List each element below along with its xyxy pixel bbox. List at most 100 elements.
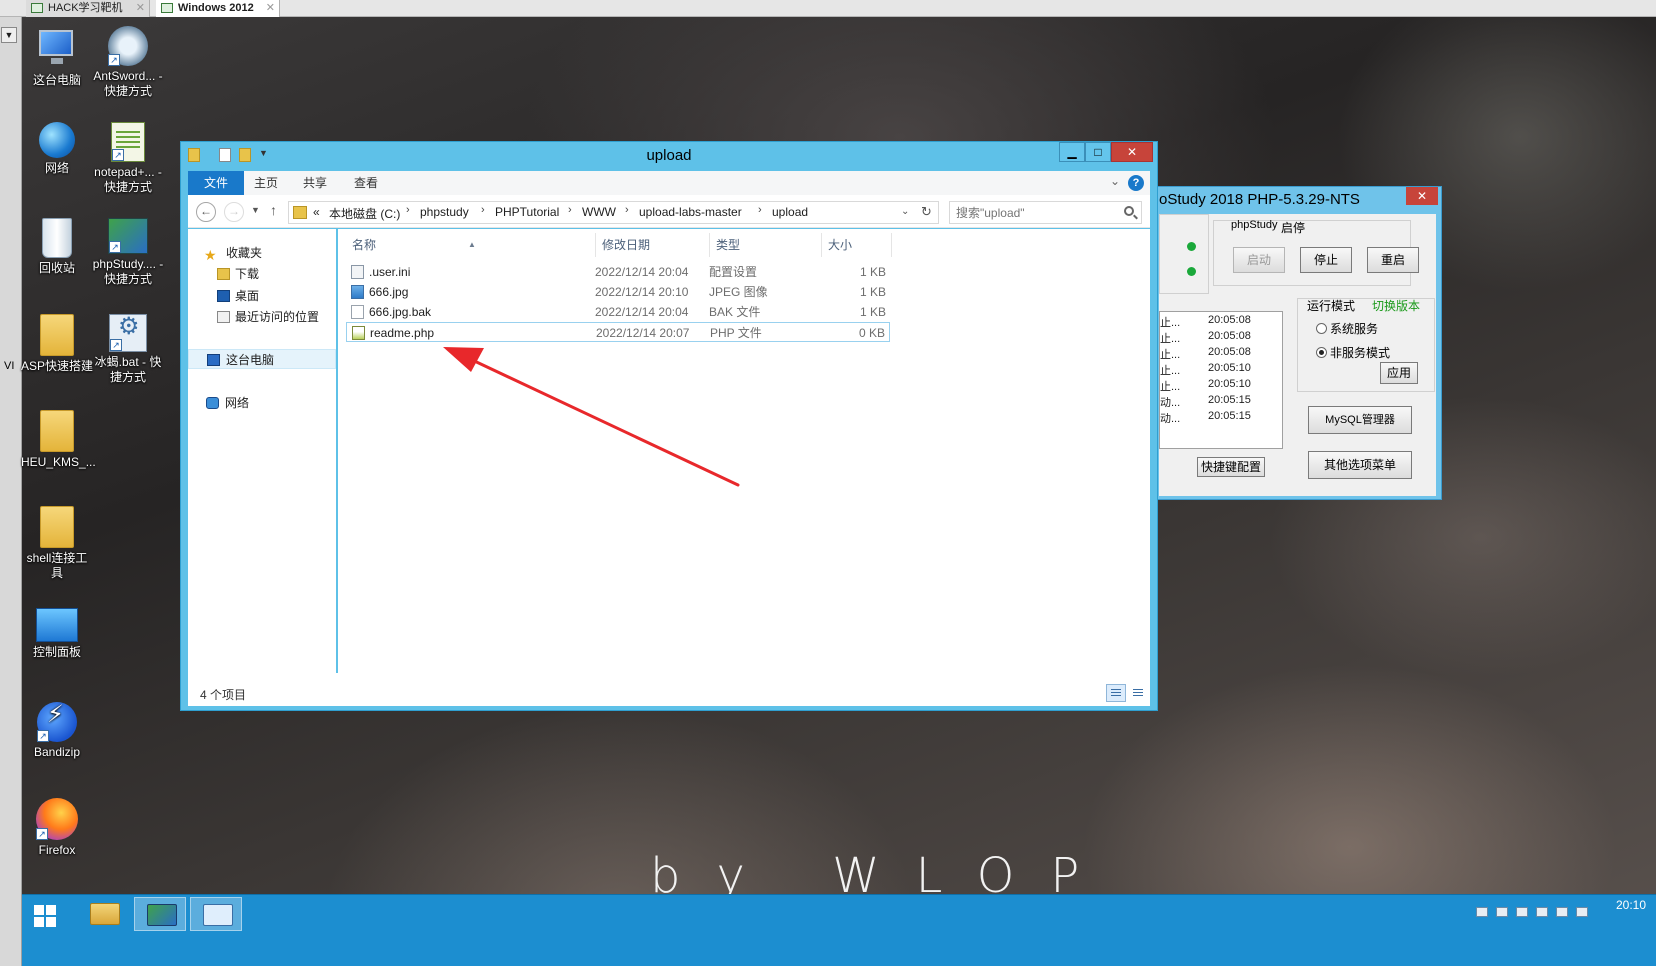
desktop-icon-shell-tools[interactable]: shell连接工具 <box>21 506 93 581</box>
file-list: 名称 ▲ 修改日期 类型 大小 .user.ini 2022/12/14 20:… <box>338 229 1150 673</box>
keyboard-icon[interactable] <box>1576 907 1588 917</box>
breadcrumb-phptutorial[interactable]: PHPTutorial <box>495 205 559 219</box>
desktop-icon-heu-kms[interactable]: HEU_KMS_... <box>21 410 96 470</box>
stop-button[interactable]: 停止 <box>1300 247 1352 273</box>
breadcrumb-overflow[interactable]: « <box>313 205 320 219</box>
breadcrumb-local-disk[interactable]: 本地磁盘 (C:) <box>329 205 400 222</box>
nav-downloads[interactable]: 下载 <box>188 264 336 284</box>
column-header-name[interactable]: 名称 ▲ <box>346 233 596 257</box>
refresh-icon[interactable]: ↻ <box>921 204 932 220</box>
start-button[interactable]: 启动 <box>1233 247 1285 273</box>
nav-recent-places[interactable]: 最近访问的位置 <box>188 307 336 327</box>
search-box[interactable] <box>949 201 1142 224</box>
column-header-size[interactable]: 大小 <box>822 233 892 257</box>
start-button[interactable] <box>22 897 74 931</box>
nav-network[interactable]: 网络 <box>188 393 336 413</box>
breadcrumb-separator-icon[interactable]: › <box>758 204 762 216</box>
bandizip-icon: ↗ <box>37 702 77 742</box>
search-input[interactable] <box>956 205 1116 221</box>
radio-button[interactable] <box>1316 323 1327 334</box>
breadcrumb-separator-icon[interactable]: › <box>481 204 485 216</box>
desktop-icon-label: 控制面板 <box>32 645 81 659</box>
file-row-user-ini[interactable]: .user.ini 2022/12/14 20:04 配置设置 1 KB <box>346 262 890 282</box>
other-options-button[interactable]: 其他选项菜单 <box>1308 451 1412 479</box>
breadcrumb-phpstudy[interactable]: phpstudy <box>420 205 469 219</box>
desktop-icon-bingxie-bat[interactable]: ↗ 冰蝎.bat - 快捷方式 <box>92 314 164 385</box>
phpstudy-log: 止... 20:05:08 止... 20:05:08 止... 20:05:08 止… <box>1159 311 1283 449</box>
desktop-icon-this-pc[interactable]: 这台电脑 <box>21 26 93 88</box>
details-view-icon[interactable] <box>1106 684 1126 702</box>
close-button[interactable]: ✕ <box>1111 142 1153 162</box>
close-icon[interactable]: ✕ <box>266 0 275 16</box>
desktop-icon-network[interactable]: 网络 <box>21 122 93 176</box>
explorer-title-bar[interactable]: ▼ upload ▁ □ ✕ <box>181 142 1157 169</box>
large-icons-view-icon[interactable] <box>1128 684 1148 702</box>
column-header-date[interactable]: 修改日期 <box>596 233 710 257</box>
nav-favorites[interactable]: ★ 收藏夹 <box>188 243 336 263</box>
taskbar-clock[interactable]: 20:10 <box>1616 898 1646 912</box>
this-pc-icon <box>207 354 220 366</box>
tray-chevron-icon[interactable] <box>1476 907 1488 917</box>
breadcrumb-separator-icon[interactable]: › <box>406 204 410 216</box>
file-row-666-jpg-bak[interactable]: 666.jpg.bak 2022/12/14 20:04 BAK 文件 1 KB <box>346 302 890 322</box>
volume-icon[interactable] <box>1556 907 1568 917</box>
chevron-down-icon[interactable]: ⌄ <box>901 206 909 217</box>
breadcrumb-upload-labs-master[interactable]: upload-labs-master <box>639 205 742 219</box>
taskbar-explorer-window[interactable] <box>190 897 242 931</box>
file-row-readme-php[interactable]: readme.php 2022/12/14 20:07 PHP 文件 0 KB <box>346 322 890 342</box>
desktop-icon-antsword[interactable]: ↗ AntSword... - 快捷方式 <box>92 26 164 99</box>
phpstudy-close-button[interactable]: ✕ <box>1406 187 1438 205</box>
radio-button[interactable] <box>1316 347 1327 358</box>
file-date: 2022/12/14 20:07 <box>596 326 690 340</box>
column-header-type[interactable]: 类型 <box>710 233 822 257</box>
desktop-icon-asp-folder[interactable]: ASP快速搭建 <box>21 314 93 374</box>
desktop-icon-control-panel[interactable]: 控制面板 <box>21 608 93 660</box>
chevron-down-icon[interactable]: ⌄ <box>1110 174 1120 188</box>
switch-version-link[interactable]: 切换版本 <box>1372 297 1420 314</box>
breadcrumb-separator-icon[interactable]: › <box>625 204 629 216</box>
desktop-icon-firefox[interactable]: ↗ Firefox <box>21 798 93 858</box>
forward-arrow-icon[interactable]: → <box>224 202 244 222</box>
breadcrumb-separator-icon[interactable]: › <box>568 204 572 216</box>
search-icon[interactable] <box>1124 206 1134 216</box>
desktop-icon-notepad-plus[interactable]: ↗ notepad+... - 快捷方式 <box>92 122 164 195</box>
recent-locations-chevron-icon[interactable]: ▼ <box>251 205 260 215</box>
vm-tab-windows-2012[interactable]: Windows 2012 ✕ <box>156 0 280 17</box>
tab-view[interactable]: 查看 <box>338 171 394 195</box>
vm-tab-hack[interactable]: HACK学习靶机 ✕ <box>26 0 150 17</box>
back-arrow-icon[interactable]: ← <box>196 202 216 222</box>
tab-home[interactable]: 主页 <box>238 171 294 195</box>
up-arrow-icon[interactable]: ↑ <box>270 202 277 218</box>
tab-file[interactable]: 文件 <box>188 171 245 195</box>
file-date: 2022/12/14 20:04 <box>595 305 689 319</box>
taskbar-file-explorer[interactable] <box>78 897 130 931</box>
minimize-button[interactable]: ▁ <box>1059 142 1085 162</box>
tab-share[interactable]: 共享 <box>287 171 343 195</box>
chevron-down-icon[interactable]: ▼ <box>1 27 17 43</box>
breadcrumb-upload[interactable]: upload <box>772 205 808 219</box>
tray-app-icon[interactable] <box>1496 907 1508 917</box>
restart-button[interactable]: 重启 <box>1367 247 1419 273</box>
desktop-icon-recycle-bin[interactable]: 回收站 <box>21 218 93 276</box>
desktop-icon-phpstudy[interactable]: ↗ phpStudy.... - 快捷方式 <box>92 218 164 287</box>
folder-icon <box>40 314 74 356</box>
apply-button[interactable]: 应用 <box>1380 362 1418 384</box>
close-icon[interactable]: ✕ <box>136 0 145 16</box>
taskbar-phpstudy[interactable] <box>134 897 186 931</box>
tray-app-icon[interactable] <box>1536 907 1548 917</box>
mode-non-service[interactable]: 非服务模式 <box>1316 344 1390 361</box>
mode-system-service[interactable]: 系统服务 <box>1316 320 1378 337</box>
shortcut-arrow-icon: ↗ <box>36 828 48 840</box>
maximize-button[interactable]: □ <box>1085 142 1111 162</box>
nav-desktop[interactable]: 桌面 <box>188 286 336 306</box>
nav-this-pc[interactable]: 这台电脑 <box>188 349 336 369</box>
address-bar[interactable]: « 本地磁盘 (C:) › phpstudy › PHPTutorial › W… <box>288 201 939 224</box>
window-title: upload <box>646 147 692 164</box>
mysql-manager-button[interactable]: MySQL管理器 <box>1308 406 1412 434</box>
desktop-icon-bandizip[interactable]: ↗ Bandizip <box>21 702 93 760</box>
shortcut-config-button[interactable]: 快捷键配置 <box>1197 457 1265 477</box>
network-tray-icon[interactable] <box>1516 907 1528 917</box>
file-row-666-jpg[interactable]: 666.jpg 2022/12/14 20:10 JPEG 图像 1 KB <box>346 282 890 302</box>
breadcrumb-www[interactable]: WWW <box>582 205 616 219</box>
help-icon[interactable]: ? <box>1128 175 1144 191</box>
